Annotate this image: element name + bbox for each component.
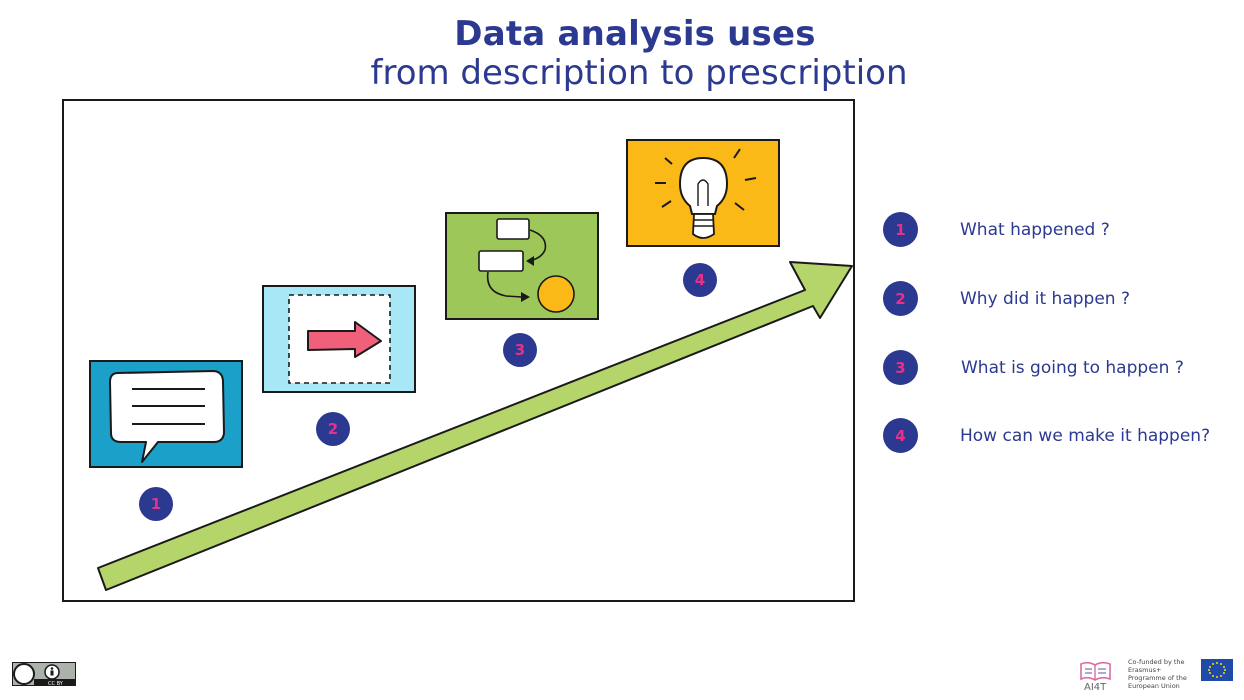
step-1-badge: 1 (139, 487, 173, 521)
step-4-badge: 4 (683, 263, 717, 297)
cc-by-license-icon (12, 662, 76, 686)
cc-by-text: CC BY (48, 681, 63, 687)
legend-badge-2: 2 (883, 281, 918, 316)
step-3-card (445, 212, 599, 320)
legend-label-1: What happened ? (960, 220, 1110, 240)
eu-funding-text: Co-funded by the Erasmus+ Programme of t… (1128, 658, 1187, 690)
ai4t-book-icon (1080, 661, 1111, 681)
step-2-badge: 2 (316, 412, 350, 446)
legend-badge-3: 3 (883, 350, 918, 385)
step-3-badge: 3 (503, 333, 537, 367)
step-2-card (262, 285, 416, 393)
eu-flag-icon (1201, 659, 1233, 681)
legend-badge-4: 4 (883, 418, 918, 453)
legend-badge-1: 1 (883, 212, 918, 247)
circle-node-icon (537, 275, 575, 313)
step-1-card (89, 360, 243, 468)
legend-label-2: Why did it happen ? (960, 289, 1130, 309)
step-4-card (626, 139, 780, 247)
ai4t-label: AI4T (1084, 682, 1107, 693)
legend-label-3: What is going to happen ? (961, 358, 1184, 378)
legend-label-4: How can we make it happen? (960, 426, 1211, 446)
diagram-canvas (89, 139, 853, 591)
